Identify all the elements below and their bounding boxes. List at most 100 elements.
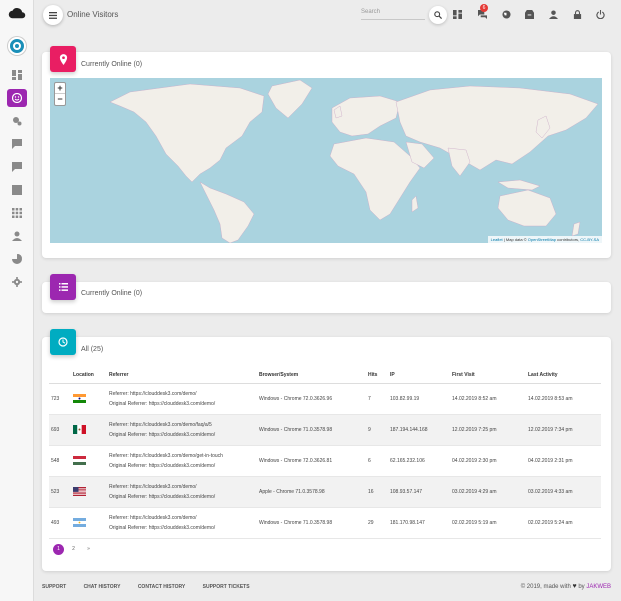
table-row[interactable]: 548 Referrer: https://clouddesk3.com/dem… (49, 445, 601, 477)
sidebar-item-settings[interactable] (7, 273, 27, 291)
row-last-activity: 04.02.2019 2:31 pm (526, 445, 601, 477)
sidebar-item-forms[interactable] (7, 181, 27, 199)
row-referrer: Referrer: https://clouddesk3.com/demo/ge… (109, 452, 223, 459)
inbox-button[interactable] (524, 9, 534, 19)
flag-hungary-icon (71, 445, 107, 477)
message-icon (12, 162, 22, 172)
search-input[interactable]: Search (361, 7, 425, 20)
osm-link[interactable]: OpenStreetMap (528, 237, 556, 242)
zoom-out-button[interactable]: − (55, 94, 65, 105)
footer-link-contact-history[interactable]: CONTACT HISTORY (138, 584, 185, 590)
sidebar-item-users[interactable] (7, 227, 27, 245)
table-row[interactable]: 523 Referrer: https://clouddesk3.com/dem… (49, 476, 601, 508)
leaflet-link[interactable]: Leaflet (491, 237, 503, 242)
next-page-button[interactable]: » (83, 544, 94, 555)
smile-icon (12, 93, 22, 103)
col-header-ip[interactable]: IP (388, 367, 450, 384)
copyright: © 2019, made with ♥ by JAKWEB (521, 583, 611, 590)
row-last-activity: 14.02.2019 8:53 am (526, 383, 601, 415)
footer-link-support[interactable]: SUPPORT (42, 584, 66, 590)
col-header-location[interactable]: Location (71, 367, 107, 384)
zoom-in-button[interactable]: + (55, 83, 65, 94)
license-link[interactable]: CC-BY-SA (580, 237, 599, 242)
sidebar-item-statistics[interactable] (7, 250, 27, 268)
footer-links: SUPPORT CHAT HISTORY CONTACT HISTORY SUP… (42, 584, 266, 590)
row-last-activity: 02.02.2019 5:24 am (526, 507, 601, 539)
cogs-icon (13, 117, 22, 126)
sidebar-item-online-visitors[interactable] (7, 89, 27, 107)
col-header-last-activity[interactable]: Last Activity (526, 367, 601, 384)
gear-icon (12, 277, 22, 287)
inbox-icon (524, 9, 534, 19)
row-original-referrer: Original Referrer: https://clouddesk3.co… (109, 493, 216, 500)
profile-button[interactable] (548, 9, 558, 19)
brand-link[interactable]: JAKWEB (586, 584, 611, 590)
dashboard-button[interactable] (452, 9, 462, 19)
globe-button[interactable] (501, 9, 511, 19)
all-visitors-title: All (25) (81, 346, 104, 353)
row-hits: 9 (366, 414, 388, 446)
row-original-referrer: Original Referrer: https://clouddesk3.co… (109, 431, 216, 438)
row-browser: Windows - Chrome 72.0.3626.81 (257, 445, 366, 477)
row-browser: Apple - Chrome 71.0.3578.98 (257, 476, 366, 508)
page-1-button[interactable]: 1 (53, 544, 64, 555)
row-first-visit: 12.02.2019 7:25 pm (450, 414, 526, 446)
globe-icon (501, 9, 511, 19)
grid-icon (12, 208, 22, 218)
dashboard-icon (12, 70, 22, 80)
sidebar-item-apps[interactable] (7, 204, 27, 222)
table-row[interactable]: 693 Referrer: https://clouddesk3.com/dem… (49, 414, 601, 446)
notification-badge: 6 (480, 4, 488, 12)
copyright-prefix: © 2019, made with (520, 584, 573, 590)
row-id: 493 (49, 507, 71, 539)
menu-toggle-button[interactable] (43, 5, 63, 25)
row-hits: 29 (366, 507, 388, 539)
col-header-hits[interactable]: Hits (366, 367, 388, 384)
table-row[interactable]: 493 Referrer: https://clouddesk3.com/dem… (49, 507, 601, 539)
row-referrer: Referrer: https://clouddesk3.com/demo/fa… (109, 421, 212, 428)
user-icon (12, 231, 22, 241)
row-id: 523 (49, 476, 71, 508)
row-referrer: Referrer: https://clouddesk3.com/demo/ (109, 390, 197, 397)
user-icon (548, 9, 558, 19)
dashboard-icon (452, 9, 462, 19)
sidebar-item-dashboard[interactable] (7, 66, 27, 84)
flag-argentina-icon (71, 507, 107, 539)
online-list-title: Currently Online (0) (81, 290, 143, 297)
row-original-referrer: Original Referrer: https://clouddesk3.co… (109, 524, 216, 531)
table-row[interactable]: 723 Referrer: https://clouddesk3.com/dem… (49, 383, 601, 415)
page-2-button[interactable]: 2 (68, 544, 79, 555)
row-last-activity: 12.02.2019 7:34 pm (526, 414, 601, 446)
sidebar-item-messages[interactable] (7, 158, 27, 176)
col-header-browser[interactable]: Browser/System (257, 367, 366, 384)
row-first-visit: 14.02.2019 8:52 am (450, 383, 526, 415)
visitors-table: Location Referrer Browser/System Hits IP… (49, 367, 601, 539)
pie-chart-icon (12, 254, 22, 264)
lock-button[interactable] (572, 9, 582, 19)
lock-icon (573, 9, 581, 19)
search-button[interactable] (429, 6, 447, 24)
map-card-title: Currently Online (0) (81, 61, 143, 68)
cloud-logo-icon[interactable] (8, 6, 26, 20)
row-referrer: Referrer: https://clouddesk3.com/demo/ (109, 514, 197, 521)
sidebar-item-tools[interactable] (7, 112, 27, 130)
attribution-contrib: contributors, (556, 237, 581, 242)
logout-button[interactable] (595, 9, 605, 19)
col-header-id (49, 367, 71, 384)
sidebar (0, 0, 34, 601)
page-title: Online Visitors (67, 10, 119, 19)
world-map[interactable]: + − Leaflet | Map data © OpenStreetMap c… (50, 78, 602, 243)
row-original-referrer: Original Referrer: https://clouddesk3.co… (109, 462, 216, 469)
map-zoom-control: + − (54, 82, 66, 106)
row-id: 723 (49, 383, 71, 415)
footer-link-support-tickets[interactable]: SUPPORT TICKETS (203, 584, 250, 590)
list-icon (50, 274, 76, 300)
flag-india-icon (71, 383, 107, 415)
col-header-referrer[interactable]: Referrer (107, 367, 257, 384)
sidebar-item-chat[interactable] (7, 135, 27, 153)
power-icon (595, 9, 605, 19)
avatar[interactable] (8, 37, 26, 55)
form-icon (12, 185, 22, 195)
col-header-first-visit[interactable]: First Visit (450, 367, 526, 384)
footer-link-chat-history[interactable]: CHAT HISTORY (84, 584, 121, 590)
